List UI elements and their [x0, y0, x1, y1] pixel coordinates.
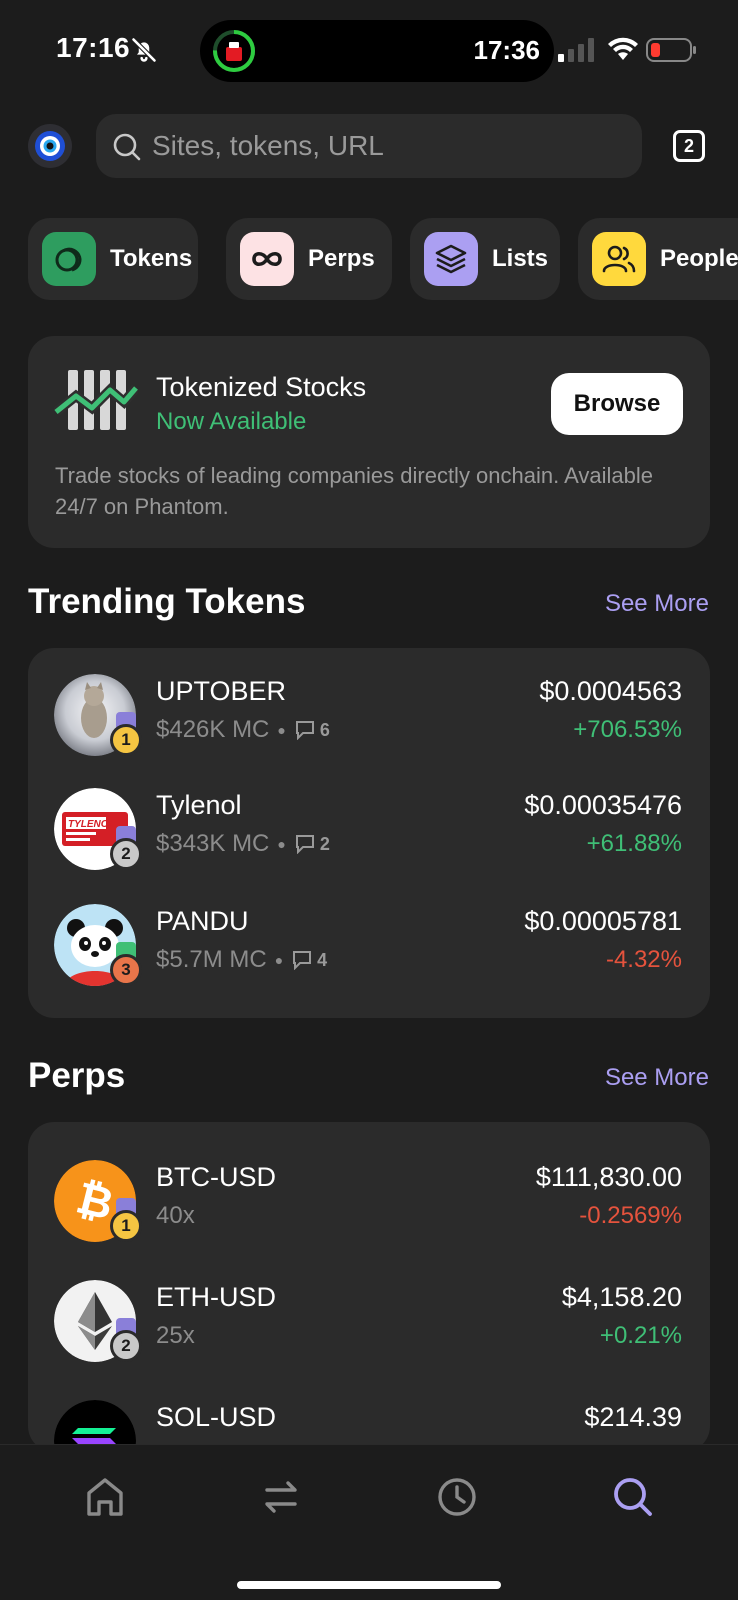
rank-badge: 1	[110, 1210, 142, 1242]
swap-icon[interactable]	[259, 1475, 303, 1519]
svg-text:TYLENOL: TYLENOL	[68, 819, 115, 830]
dynamic-island: 17:36	[200, 20, 554, 82]
search-bar[interactable]	[96, 114, 642, 178]
comment-count: 2	[319, 833, 330, 854]
signal-icon	[558, 38, 594, 62]
wifi-icon	[608, 37, 638, 60]
chip-people[interactable]: People	[578, 218, 738, 300]
account-avatar[interactable]	[28, 124, 72, 168]
perps-list: ₿ 1 BTC-USD 40x $111,830.00 -0.2569% 2 E…	[28, 1122, 710, 1482]
bottom-nav	[0, 1444, 738, 1600]
trending-tokens-list: 1 UPTOBER $426K MC ● 6 $0.0004563 +706.5…	[28, 648, 710, 1018]
trending-title: Trending Tokens	[28, 582, 306, 621]
chip-label: People	[660, 245, 738, 272]
perps-see-more-link[interactable]: See More	[605, 1064, 709, 1092]
token-row[interactable]: TYLENOL 2 Tylenol $343K MC ● 2 $0.000354…	[28, 778, 710, 878]
market-cap: $343K MC	[156, 830, 270, 857]
bell-slash-icon	[131, 37, 157, 63]
activity-ring-icon	[213, 30, 255, 72]
chip-lists[interactable]: Lists	[410, 218, 560, 300]
token-row[interactable]: 3 PANDU $5.7M MC ● 4 $0.00005781 -4.32%	[28, 894, 710, 994]
perp-row[interactable]: ₿ 1 BTC-USD 40x $111,830.00 -0.2569%	[28, 1150, 710, 1250]
status-time: 17:16	[56, 32, 131, 63]
comment-count: 6	[319, 719, 330, 740]
tokenized-stocks-card[interactable]: Tokenized Stocks Now Available Browse Tr…	[28, 336, 710, 548]
perp-name: ETH-USD	[156, 1282, 276, 1312]
comment-icon	[295, 835, 314, 854]
layers-icon	[424, 232, 478, 286]
tokenized-stocks-logo-icon	[54, 370, 138, 430]
rank-badge: 1	[110, 724, 142, 756]
chip-label: Lists	[492, 245, 549, 272]
token-name: UPTOBER	[156, 676, 287, 706]
perp-price: $111,830.00	[535, 1162, 682, 1192]
tokens-icon	[42, 232, 96, 286]
home-icon[interactable]	[83, 1475, 127, 1519]
token-name: Tylenol	[156, 790, 242, 820]
trending-see-more-link[interactable]: See More	[605, 590, 709, 618]
token-change: -4.32%	[605, 946, 682, 973]
comment-count: 4	[317, 949, 328, 970]
token-name: PANDU	[156, 906, 249, 936]
market-cap: $426K MC	[156, 716, 270, 743]
token-price: $0.00035476	[524, 790, 682, 820]
perp-name: BTC-USD	[156, 1162, 276, 1192]
people-icon	[592, 232, 646, 286]
token-meta: $5.7M MC ● 4	[156, 946, 328, 973]
perp-leverage: 25x	[156, 1322, 195, 1349]
token-price: $0.0004563	[539, 676, 682, 706]
infinity-icon	[240, 232, 294, 286]
rank-badge: 2	[110, 838, 142, 870]
perp-price: $214.39	[584, 1402, 682, 1432]
rank-badge: 3	[110, 954, 142, 986]
chip-label: Tokens	[110, 245, 193, 272]
search-input[interactable]	[152, 114, 622, 178]
comment-icon	[295, 721, 314, 740]
chip-perps[interactable]: Perps	[226, 218, 392, 300]
perp-change: +0.21%	[599, 1322, 682, 1349]
status-bar: 17:16 17:36	[0, 0, 738, 100]
search-row: 2	[0, 114, 738, 178]
clock-icon[interactable]	[435, 1475, 479, 1519]
token-row[interactable]: 1 UPTOBER $426K MC ● 6 $0.0004563 +706.5…	[28, 664, 710, 764]
perp-price: $4,158.20	[561, 1282, 682, 1312]
browse-button[interactable]: Browse	[551, 373, 683, 435]
market-cap: $5.7M MC	[156, 946, 267, 973]
island-time: 17:36	[473, 35, 541, 65]
search-nav-icon[interactable]	[611, 1475, 655, 1519]
perp-leverage: 40x	[156, 1202, 195, 1229]
stocks-title: Tokenized Stocks	[156, 372, 367, 402]
rank-badge: 2	[110, 1330, 142, 1362]
stocks-description: Trade stocks of leading companies direct…	[55, 463, 654, 519]
token-change: +61.88%	[586, 830, 682, 857]
home-indicator	[237, 1581, 501, 1589]
search-icon	[113, 133, 141, 161]
chip-label: Perps	[308, 245, 375, 272]
token-change: +706.53%	[573, 716, 682, 743]
token-meta: $343K MC ● 2	[156, 830, 330, 857]
perp-change: -0.2569%	[579, 1202, 682, 1229]
category-chips: Tokens Perps Lists People	[28, 218, 738, 300]
token-price: $0.00005781	[524, 906, 682, 936]
perps-title: Perps	[28, 1056, 126, 1095]
tabs-count-button[interactable]: 2	[673, 130, 705, 162]
perp-name: SOL-USD	[156, 1402, 277, 1432]
battery-low-icon	[646, 38, 696, 62]
stocks-subtitle: Now Available	[156, 408, 307, 435]
perp-row[interactable]: 2 ETH-USD 25x $4,158.20 +0.21%	[28, 1270, 710, 1370]
comment-icon	[293, 951, 312, 970]
chip-tokens[interactable]: Tokens	[28, 218, 198, 300]
token-meta: $426K MC ● 6	[156, 716, 330, 743]
